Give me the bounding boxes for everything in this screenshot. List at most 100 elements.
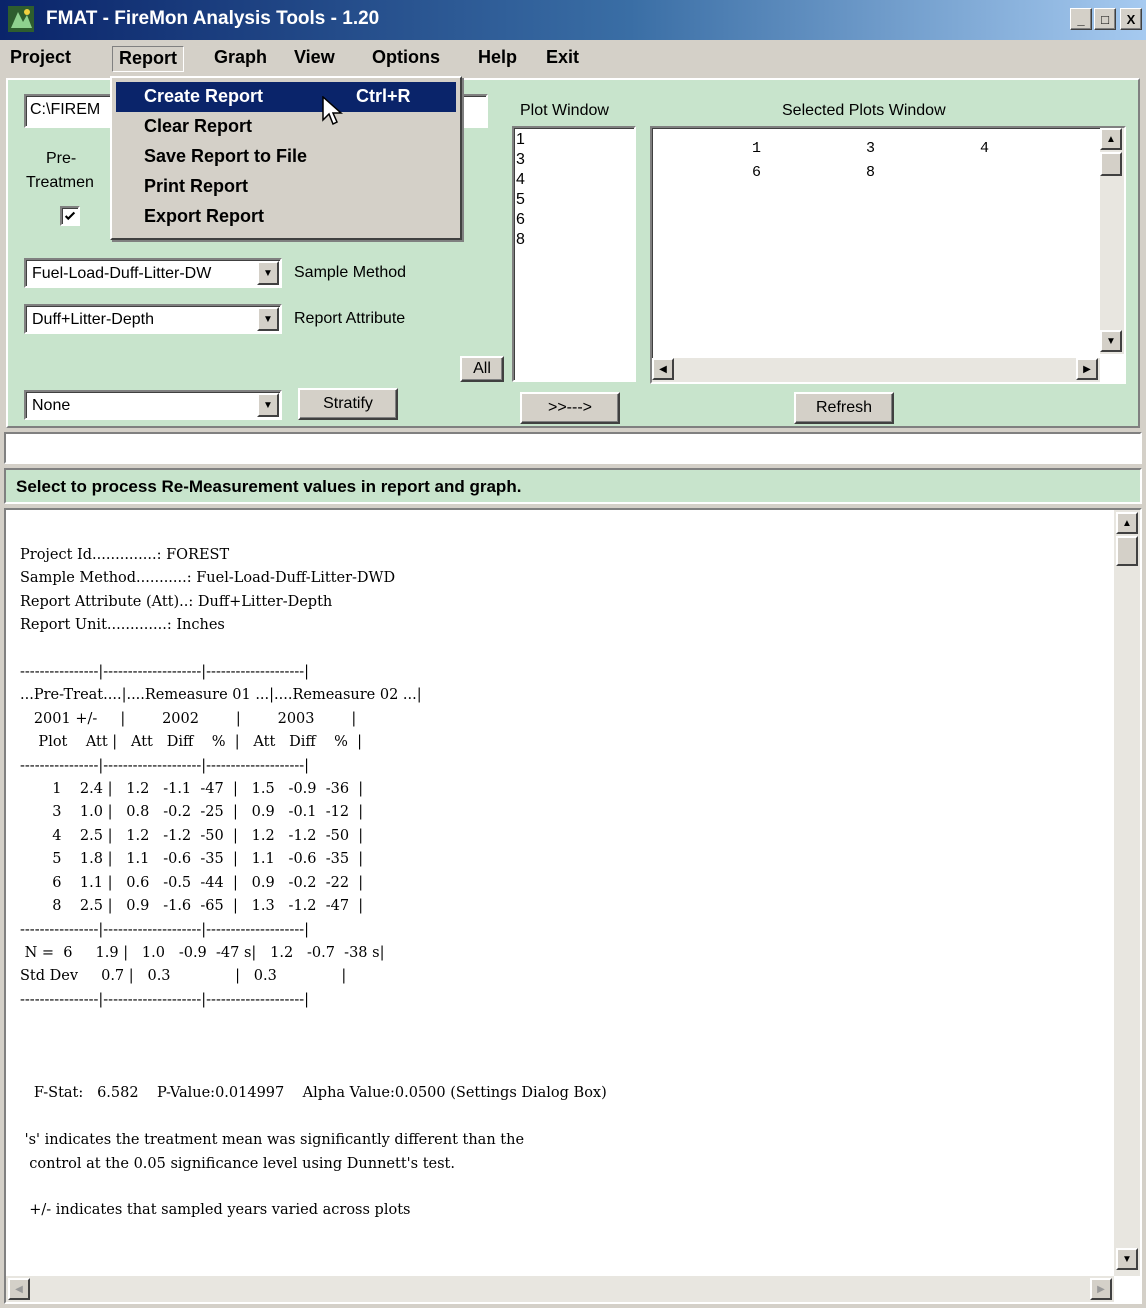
report-line: 1 2.4 | 1.2 -1.1 -47 | 1.5 -0.9 -36 |: [20, 781, 364, 798]
selected-plot[interactable]: 6: [752, 164, 761, 181]
hint-text: Select to process Re-Measurement values …: [16, 477, 522, 496]
menu-item-shortcut: Ctrl+R: [356, 86, 411, 106]
pretreatment-label-2: Treatmen: [26, 174, 94, 191]
chevron-down-icon[interactable]: ▼: [257, 261, 279, 285]
pretreatment-label: Pre-: [46, 150, 77, 167]
report-line: [20, 638, 607, 661]
list-item[interactable]: 1: [516, 130, 525, 150]
report-line: F-Stat: 6.582 P-Value:0.014997 Alpha Val…: [20, 1085, 607, 1102]
list-item[interactable]: 4: [516, 170, 525, 190]
maximize-button[interactable]: □: [1094, 8, 1116, 30]
close-button[interactable]: X: [1120, 8, 1142, 30]
report-menu-dropdown: Create Report Ctrl+R Clear Report Save R…: [110, 76, 462, 240]
report-line: [20, 1059, 607, 1082]
list-item[interactable]: 3: [516, 150, 525, 170]
status-field: [4, 432, 1142, 464]
scroll-up-icon[interactable]: ▲: [1116, 512, 1138, 534]
selected-plot[interactable]: 8: [866, 164, 875, 181]
scroll-thumb[interactable]: [1116, 536, 1138, 566]
menu-item-print-report[interactable]: Print Report: [116, 172, 456, 202]
report-line: Report Unit.............: Inches: [20, 617, 225, 634]
stratify-value: None: [32, 397, 71, 414]
report-line: [20, 1106, 607, 1129]
report-line: +/- indicates that sampled years varied …: [20, 1202, 411, 1219]
selected-plot[interactable]: 3: [866, 140, 875, 157]
sample-method-value: Fuel-Load-Duff-Litter-DW: [32, 265, 212, 282]
list-item[interactable]: 5: [516, 190, 525, 210]
menu-view[interactable]: View: [288, 46, 341, 72]
menu-item-label: Clear Report: [144, 116, 253, 136]
report-line: ----------------|--------------------|--…: [20, 664, 310, 681]
project-path-value: C:\FIREM: [30, 101, 101, 118]
selected-plots-vscroll[interactable]: ▲ ▼: [1100, 128, 1124, 354]
report-line: Plot Att | Att Diff % | Att Diff % |: [20, 734, 363, 751]
chevron-down-icon[interactable]: ▼: [257, 393, 279, 417]
report-output[interactable]: Project Id..............: FOREST Sample M…: [4, 508, 1142, 1304]
menu-exit[interactable]: Exit: [540, 46, 585, 72]
scroll-thumb[interactable]: [1100, 152, 1122, 176]
report-line: [20, 1036, 607, 1059]
scroll-up-icon[interactable]: ▲: [1100, 128, 1122, 150]
fmat-app-icon: [8, 6, 34, 32]
chevron-down-icon[interactable]: ▼: [257, 307, 279, 331]
refresh-button[interactable]: Refresh: [794, 392, 894, 424]
menu-item-export-report[interactable]: Export Report: [116, 202, 456, 232]
hint-bar: Select to process Re-Measurement values …: [4, 468, 1142, 504]
move-plots-button[interactable]: >>--->: [520, 392, 620, 424]
menu-options[interactable]: Options: [366, 46, 446, 72]
menu-bar: Project Report Graph View Options Help E…: [0, 40, 1146, 76]
report-line: ----------------|--------------------|--…: [20, 921, 310, 938]
scroll-right-icon[interactable]: ▶: [1090, 1278, 1112, 1300]
menu-item-clear-report[interactable]: Clear Report: [116, 112, 456, 142]
report-hscroll[interactable]: ◀ ▶: [6, 1276, 1114, 1302]
sample-method-dropdown[interactable]: Fuel-Load-Duff-Litter-DW ▼: [24, 258, 282, 288]
report-attribute-label: Report Attribute: [294, 310, 406, 327]
menu-project[interactable]: Project: [4, 46, 77, 72]
report-attribute-dropdown[interactable]: Duff+Litter-Depth ▼: [24, 304, 282, 334]
select-all-button[interactable]: All: [460, 356, 504, 382]
scroll-left-icon[interactable]: ◀: [652, 358, 674, 380]
stratify-button[interactable]: Stratify: [298, 388, 398, 420]
report-line: ----------------|--------------------|--…: [20, 991, 310, 1008]
pretreatment-checkbox[interactable]: [60, 206, 80, 226]
minimize-button[interactable]: _: [1070, 8, 1092, 30]
report-line: 4 2.5 | 1.2 -1.2 -50 | 1.2 -1.2 -50 |: [20, 827, 364, 844]
report-line: 2001 +/- | 2002 | 2003 |: [20, 710, 357, 727]
report-line: Std Dev 0.7 | 0.3 | 0.3 |: [20, 968, 347, 985]
stratify-dropdown[interactable]: None ▼: [24, 390, 282, 420]
report-line: [20, 1176, 607, 1199]
menu-graph[interactable]: Graph: [208, 46, 273, 72]
scroll-down-icon[interactable]: ▼: [1100, 330, 1122, 352]
menu-item-label: Create Report: [144, 86, 264, 106]
report-line: Project Id..............: FOREST: [20, 547, 230, 563]
selected-plots-label: Selected Plots Window: [782, 102, 946, 119]
report-line: 's' indicates the treatment mean was sig…: [20, 1132, 525, 1149]
menu-report[interactable]: Report: [112, 46, 184, 72]
report-line: 5 1.8 | 1.1 -0.6 -35 | 1.1 -0.6 -35 |: [20, 851, 364, 868]
menu-item-create-report[interactable]: Create Report Ctrl+R: [116, 82, 456, 112]
list-item[interactable]: 6: [516, 210, 525, 230]
selected-plots-window[interactable]: 1 3 4 6 8 ▲ ▼ ◀ ▶: [650, 126, 1126, 384]
report-text: Project Id..............: FOREST Sample M…: [20, 544, 607, 1223]
selected-plot[interactable]: 4: [980, 140, 989, 157]
list-item[interactable]: 8: [516, 230, 525, 250]
report-line: [20, 1012, 607, 1035]
selected-plots-hscroll[interactable]: ◀ ▶: [652, 358, 1100, 382]
report-vscroll[interactable]: ▲ ▼: [1114, 510, 1140, 1276]
report-line: ...Pre-Treat....|....Remeasure 01 ...|..…: [20, 687, 422, 704]
menu-item-label: Print Report: [144, 176, 249, 196]
report-line: control at the 0.05 significance level u…: [20, 1155, 455, 1172]
report-line: N = 6 1.9 | 1.0 -0.9 -47 s| 1.2 -0.7 -38…: [20, 944, 385, 961]
selected-plot[interactable]: 1: [752, 140, 761, 157]
scroll-left-icon[interactable]: ◀: [8, 1278, 30, 1300]
scroll-right-icon[interactable]: ▶: [1076, 358, 1098, 380]
scroll-down-icon[interactable]: ▼: [1116, 1248, 1138, 1270]
plot-window-list[interactable]: 1 3 4 5 6 8: [512, 126, 636, 382]
report-attribute-value: Duff+Litter-Depth: [32, 311, 154, 328]
report-line: 8 2.5 | 0.9 -1.6 -65 | 1.3 -1.2 -47 |: [20, 898, 364, 915]
menu-item-save-report[interactable]: Save Report to File: [116, 142, 456, 172]
report-line: Report Attribute (Att)..: Duff+Litter-De…: [20, 593, 333, 610]
mouse-pointer-icon: [322, 96, 343, 126]
report-line: ----------------|--------------------|--…: [20, 757, 310, 774]
menu-help[interactable]: Help: [472, 46, 523, 72]
